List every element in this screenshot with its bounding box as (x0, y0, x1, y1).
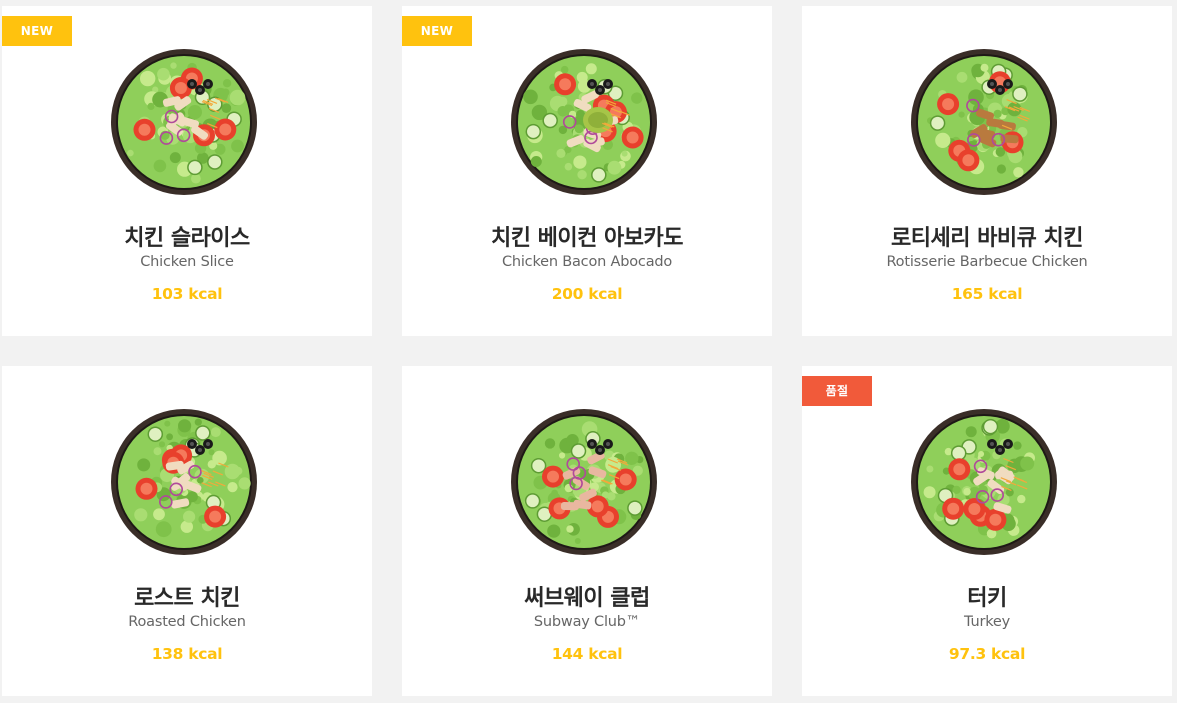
soldout-badge: 품절 (802, 376, 872, 406)
product-name-english: Turkey (964, 614, 1010, 630)
product-calories: 165 kcal (951, 285, 1023, 303)
product-calories: 138 kcal (151, 645, 223, 663)
new-badge: NEW (402, 16, 472, 46)
product-card[interactable]: 품절 터키 Turkey 97.3 kcal (802, 366, 1172, 696)
product-name-english: Roasted Chicken (128, 614, 246, 630)
product-card[interactable]: 로스트 치킨 Roasted Chicken 138 kcal (2, 366, 372, 696)
product-name-korean: 로티세리 바비큐 치킨 (891, 226, 1083, 251)
product-card[interactable]: NEW 치킨 슬라이스 Chicken Slice 103 kcal (2, 6, 372, 336)
product-calories: 144 kcal (551, 645, 623, 663)
product-name-korean: 터키 (967, 586, 1007, 611)
salad-bowl-icon (910, 48, 1058, 196)
product-calories: 97.3 kcal (948, 645, 1026, 663)
product-name-korean: 로스트 치킨 (134, 586, 240, 611)
product-card[interactable]: NEW 치킨 베이컨 아보카도 Chicken Bacon Abocado 20… (402, 6, 772, 336)
salad-bowl-icon (110, 48, 258, 196)
product-calories: 200 kcal (551, 285, 623, 303)
product-grid: NEW 치킨 슬라이스 Chicken Slice 103 kcal NEW 치… (2, 6, 1172, 696)
product-card[interactable]: 로티세리 바비큐 치킨 Rotisserie Barbecue Chicken … (802, 6, 1172, 336)
salad-bowl-icon (510, 48, 658, 196)
product-name-english: Rotisserie Barbecue Chicken (886, 254, 1088, 270)
product-name-korean: 써브웨이 클럽 (524, 586, 650, 611)
salad-bowl-icon (910, 408, 1058, 556)
product-name-korean: 치킨 베이컨 아보카도 (491, 226, 683, 251)
product-name-english: Chicken Bacon Abocado (501, 254, 673, 270)
product-name-korean: 치킨 슬라이스 (124, 226, 250, 251)
product-name-english: Subway Club™ (533, 614, 641, 630)
salad-bowl-icon (110, 408, 258, 556)
new-badge: NEW (2, 16, 72, 46)
product-name-english: Chicken Slice (140, 254, 234, 270)
salad-bowl-icon (510, 408, 658, 556)
product-card[interactable]: 써브웨이 클럽 Subway Club™ 144 kcal (402, 366, 772, 696)
product-calories: 103 kcal (151, 285, 223, 303)
